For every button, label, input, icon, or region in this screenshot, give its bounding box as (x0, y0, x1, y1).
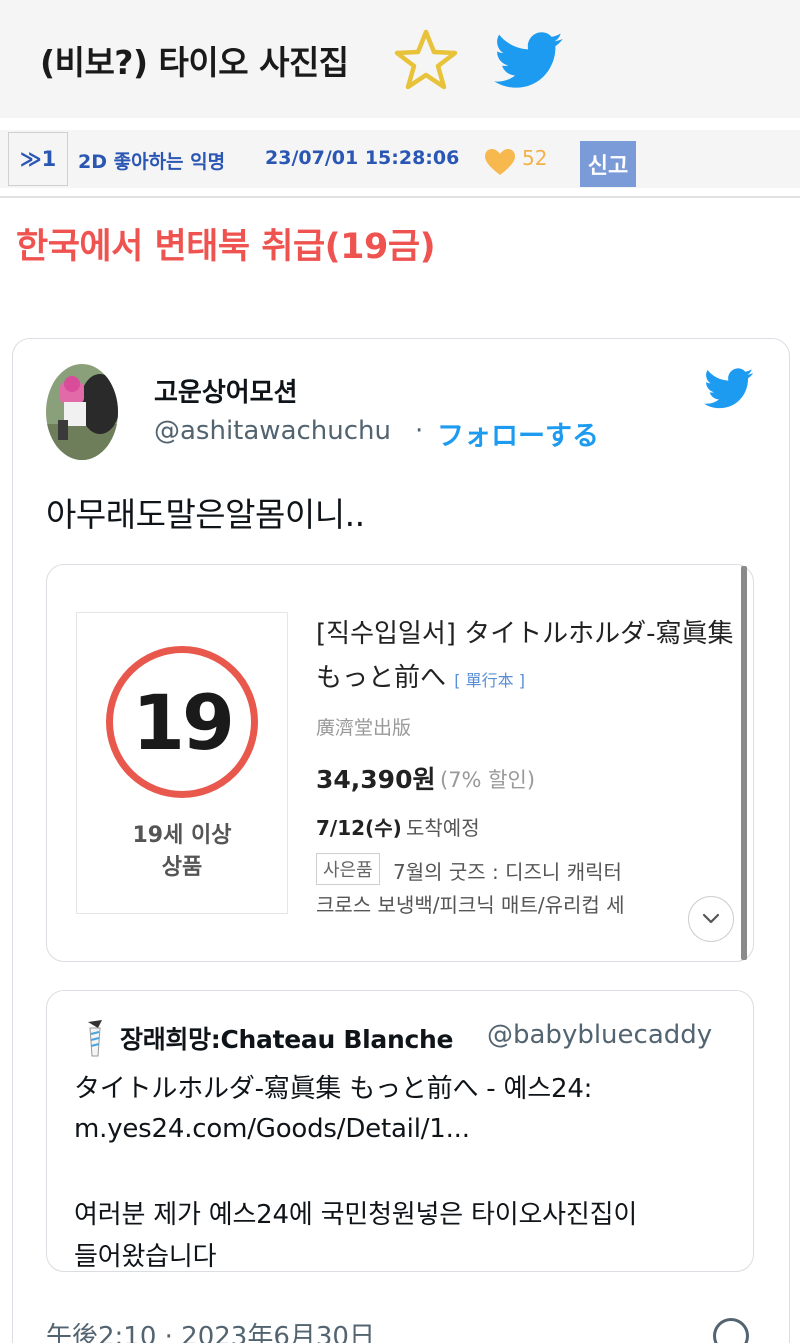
twitter-bird-icon[interactable] (494, 32, 564, 90)
star-outline-icon[interactable] (393, 28, 459, 92)
gift-text-line2: 크로스 보냉백/피크닉 매트/유리컵 세 (316, 893, 625, 917)
age-rating-circle: 19 (106, 646, 258, 798)
gift-badge: 사은품 (316, 853, 380, 885)
age-rating-label-line2: 상품 (161, 855, 203, 880)
quote-text-line1: タイトルホルダ-寫眞集 もっと前へ - 예스24: (74, 1074, 593, 1104)
quote-link[interactable]: m.yes24.com/Goods/Detail/1... (74, 1114, 470, 1144)
post-meta-bar: ≫1 2D 좋아하는 익명 23/07/01 15:28:06 (0, 130, 800, 188)
quote-handle[interactable]: @babybluecaddy (487, 1020, 712, 1050)
scrollbar[interactable] (741, 566, 747, 960)
avatar[interactable] (46, 364, 118, 460)
expand-button[interactable] (688, 896, 734, 942)
post-datetime: 23/07/01 15:28:06 (265, 147, 460, 169)
like-count: 52 (522, 146, 548, 170)
post-number[interactable]: ≫1 (8, 132, 68, 186)
tweet-display-name[interactable]: 고운상어모션 (154, 372, 298, 409)
quote-display-name[interactable]: 장래희망:Chateau Blanche (120, 1020, 453, 1056)
quote-text-line4: 들어왔습니다 (74, 1242, 217, 1272)
thread-title: (비보?) 타이오 사진집 (40, 43, 349, 82)
divider (0, 196, 800, 198)
tweet-separator: · (415, 416, 424, 446)
post-heading: 한국에서 변태북 취급(19금) (16, 227, 436, 267)
gift-text-line1: 7월의 굿즈 : 디즈니 캐릭터 (393, 860, 622, 884)
follow-link[interactable]: フォローする (437, 414, 599, 453)
quote-avatar-icon[interactable] (82, 1018, 108, 1058)
age-rating-label-line1: 19세 이상 (132, 823, 232, 848)
product-discount: (7% 할인) (440, 768, 536, 792)
twitter-logo-icon[interactable] (704, 368, 754, 410)
heart-icon[interactable] (484, 148, 516, 176)
product-arrival-date: 7/12(수) (316, 816, 402, 840)
product-publisher: 廣濟堂出版 (316, 717, 412, 739)
product-format-tag: [ 單行本 ] (454, 671, 525, 690)
product-price: 34,390원 (316, 765, 436, 794)
age-rating-number: 19 (132, 677, 235, 767)
tweet-text: 아무래도말은알몸이니.. (46, 495, 365, 534)
quote-text-line3: 여러분 제가 예스24에 국민청원넣은 타이오사진집이 (74, 1200, 638, 1230)
product-title: [직수입일서] タイトルホルダ-寫眞集 もっと前へ [ 單行本 ] (316, 612, 736, 703)
tweet-handle[interactable]: @ashitawachuchu (154, 416, 391, 446)
age-rating-label: 19세 이상 상품 (76, 820, 288, 884)
post-author: 2D 좋아하는 익명 (78, 151, 226, 173)
tweet-timestamp[interactable]: 午後2:10 · 2023年6月30日 (46, 1316, 375, 1343)
product-arrival-text: 도착예정 (406, 816, 480, 840)
report-button[interactable]: 신고 (580, 141, 636, 187)
chevron-down-icon (702, 913, 720, 924)
